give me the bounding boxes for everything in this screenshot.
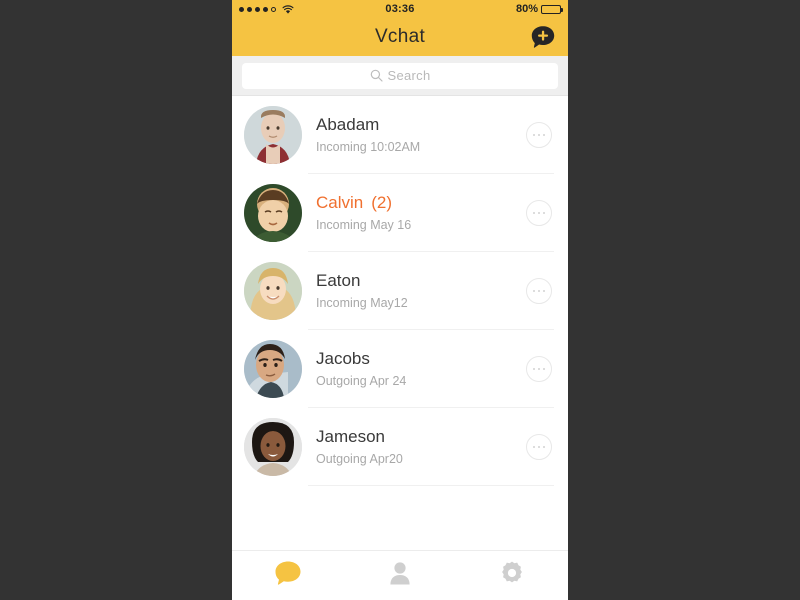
avatar <box>244 184 302 242</box>
ellipsis-icon[interactable] <box>526 356 552 382</box>
status-bar-battery: 80% <box>515 3 563 15</box>
contact-name: Jameson <box>316 427 385 446</box>
search-placeholder: Search <box>387 68 431 83</box>
person-icon <box>387 560 413 591</box>
list-item[interactable]: Jameson Outgoing Apr20 <box>232 408 568 486</box>
chat-bubble-plus-icon[interactable] <box>530 24 556 50</box>
page-title: Vchat <box>374 26 426 47</box>
list-item[interactable]: Eaton Incoming May12 <box>232 252 568 330</box>
battery-percent-label: 80% <box>515 3 538 15</box>
chat-bubble-icon <box>274 560 302 591</box>
list-item-text: Jameson Outgoing Apr20 <box>302 426 526 468</box>
navigation-bar: Vchat <box>232 18 568 56</box>
call-status: Outgoing Apr20 <box>316 452 403 466</box>
call-status: Incoming May 16 <box>316 218 412 232</box>
avatar <box>244 418 302 476</box>
list-item-text: Abadam Incoming 10:02AM <box>302 114 526 156</box>
search-input[interactable]: Search <box>242 62 558 89</box>
list-item-text: Calvin (2) Incoming May 16 <box>302 192 526 234</box>
call-status: Incoming 10:02AM <box>316 140 421 154</box>
list-item[interactable]: Calvin (2) Incoming May 16 <box>232 174 568 252</box>
tab-chats[interactable] <box>232 551 344 600</box>
unread-count: (2) <box>371 193 393 212</box>
ellipsis-icon[interactable] <box>526 434 552 460</box>
status-bar: 03:36 80% <box>232 0 568 18</box>
tab-contacts[interactable] <box>344 551 456 600</box>
contact-name: Eaton <box>316 271 361 290</box>
list-item-text: Jacobs Outgoing Apr 24 <box>302 348 526 390</box>
tab-settings[interactable] <box>456 551 568 600</box>
contact-name: Abadam <box>316 115 380 134</box>
ellipsis-icon[interactable] <box>526 200 552 226</box>
search-bar-container: Search <box>232 56 568 96</box>
avatar <box>244 106 302 164</box>
list-item[interactable]: Jacobs Outgoing Apr 24 <box>232 330 568 408</box>
phone-screen: 03:36 80% Vchat Search Abadam Incoming 1… <box>232 0 568 600</box>
call-list: Abadam Incoming 10:02AM Calvin (2) Incom… <box>232 96 568 550</box>
ellipsis-icon[interactable] <box>526 278 552 304</box>
avatar <box>244 262 302 320</box>
call-status: Incoming May12 <box>316 296 408 310</box>
battery-icon <box>541 4 563 14</box>
search-icon <box>370 69 383 82</box>
gear-icon <box>499 560 525 591</box>
contact-name: Calvin (2) <box>316 193 393 212</box>
list-item[interactable]: Abadam Incoming 10:02AM <box>232 96 568 174</box>
list-item-text: Eaton Incoming May12 <box>302 270 526 312</box>
screenshot-stage: 03:36 80% Vchat Search Abadam Incoming 1… <box>0 0 800 600</box>
contact-name: Jacobs <box>316 349 370 368</box>
call-status: Outgoing Apr 24 <box>316 374 407 388</box>
tab-bar <box>232 550 568 600</box>
ellipsis-icon[interactable] <box>526 122 552 148</box>
avatar <box>244 340 302 398</box>
